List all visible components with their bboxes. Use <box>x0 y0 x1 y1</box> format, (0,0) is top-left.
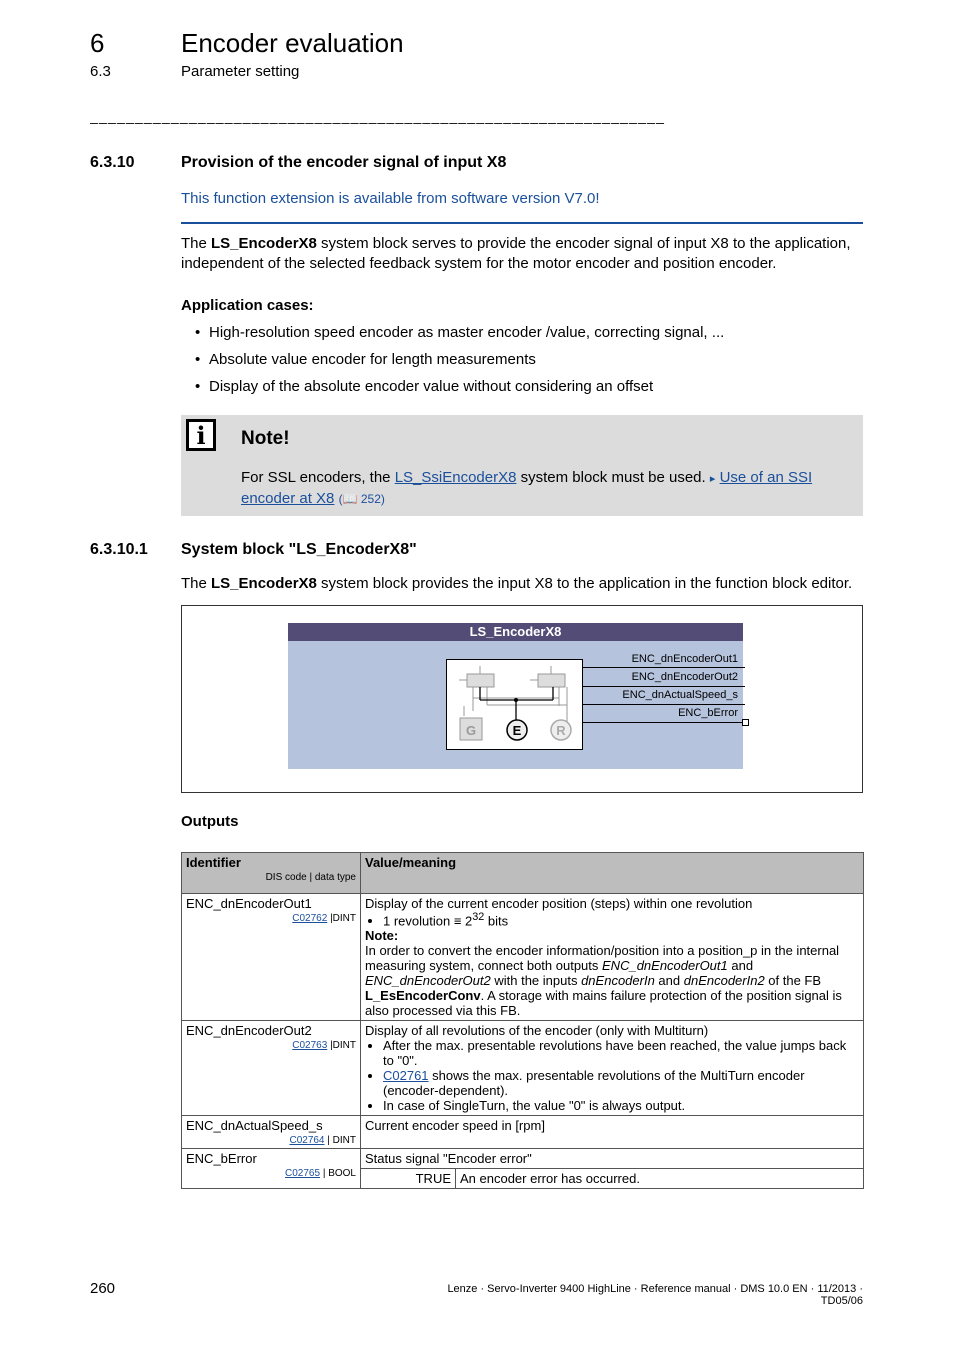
header-identifier: Identifier DIS code | data type <box>181 852 361 894</box>
section-title: Parameter setting <box>181 63 300 80</box>
output-line <box>583 686 745 687</box>
bullet: • <box>195 324 201 341</box>
intro-paragraph: The LS_EncoderX8 system block serves to … <box>181 235 851 272</box>
dis-code-link[interactable]: C02765 <box>285 1168 320 1179</box>
bool-output-marker <box>742 719 749 726</box>
heading-title: Provision of the encoder signal of input… <box>181 154 507 171</box>
chapter-title: Encoder evaluation <box>181 28 404 58</box>
bullet: • <box>195 378 201 395</box>
table-row: ENC_dnEncoderOut2 C02763 |DINT Display of… <box>181 1020 864 1117</box>
output-label: ENC_dnEncoderOut2 <box>631 671 738 683</box>
table-header-row: Identifier DIS code | data type Value/mea… <box>181 852 864 894</box>
output-label: ENC_dnActualSpeed_s <box>622 689 738 701</box>
heading-number: 6.3.10 <box>90 154 135 171</box>
case-item: High-resolution speed encoder as master … <box>209 324 725 341</box>
subheading-title: System block "LS_EncoderX8" <box>181 541 417 558</box>
output-label: ENC_dnEncoderOut1 <box>631 653 738 665</box>
table-row: ENC_dnActualSpeed_s C02764 | DINT Current… <box>181 1115 864 1150</box>
case-item: Display of the absolute encoder value wi… <box>209 378 654 395</box>
footer-text: Lenze · Servo-Inverter 9400 HighLine · R… <box>447 1283 863 1307</box>
output-line <box>583 667 745 668</box>
table-row: ENC_bError C02765 | BOOL Status signal "E… <box>181 1148 864 1190</box>
header-separator: ________________________________________… <box>90 108 666 124</box>
dis-code-link[interactable]: C02764 <box>289 1135 324 1146</box>
dis-code-link[interactable]: C02763 <box>292 1040 327 1051</box>
c02761-link[interactable]: C02761 <box>383 1068 429 1083</box>
arrow-icon: ▸ <box>709 473 716 485</box>
output-line <box>583 722 743 723</box>
header-value: Value/meaning <box>360 852 864 894</box>
subheading-number: 6.3.10.1 <box>90 541 148 558</box>
output-label: ENC_bError <box>678 707 738 719</box>
case-item: Absolute value encoder for length measur… <box>209 351 536 368</box>
svg-text:G: G <box>466 723 476 738</box>
page-reference[interactable]: (📖 252) <box>339 492 385 506</box>
availability-rule <box>181 222 863 224</box>
page-number: 260 <box>90 1280 116 1297</box>
section-number: 6.3 <box>90 63 111 80</box>
info-icon: i <box>186 419 216 451</box>
cases-heading: Application cases: <box>181 297 314 314</box>
outputs-table: Identifier DIS code | data type Value/mea… <box>181 852 864 1190</box>
svg-text:R: R <box>556 723 566 738</box>
subsection-paragraph: The LS_EncoderX8 system block provides t… <box>181 575 853 592</box>
availability-notice: This function extension is available fro… <box>181 190 600 207</box>
table-row: ENC_dnEncoderOut1 C02762 |DINT Display of… <box>181 892 864 1022</box>
note-text: For SSL encoders, the LS_SsiEncoderX8 sy… <box>241 469 813 507</box>
bullet: • <box>195 351 201 368</box>
outputs-heading: Outputs <box>181 813 239 830</box>
block-name: LS_EncoderX8 <box>211 235 317 252</box>
block-header: LS_EncoderX8 <box>288 623 743 641</box>
note-title: Note! <box>241 428 290 449</box>
output-line <box>583 704 745 705</box>
chapter-number: 6 <box>90 28 105 58</box>
ssi-block-link[interactable]: LS_SsiEncoderX8 <box>395 469 517 486</box>
svg-text:E: E <box>513 723 522 738</box>
dis-code-link[interactable]: C02762 <box>292 913 327 924</box>
